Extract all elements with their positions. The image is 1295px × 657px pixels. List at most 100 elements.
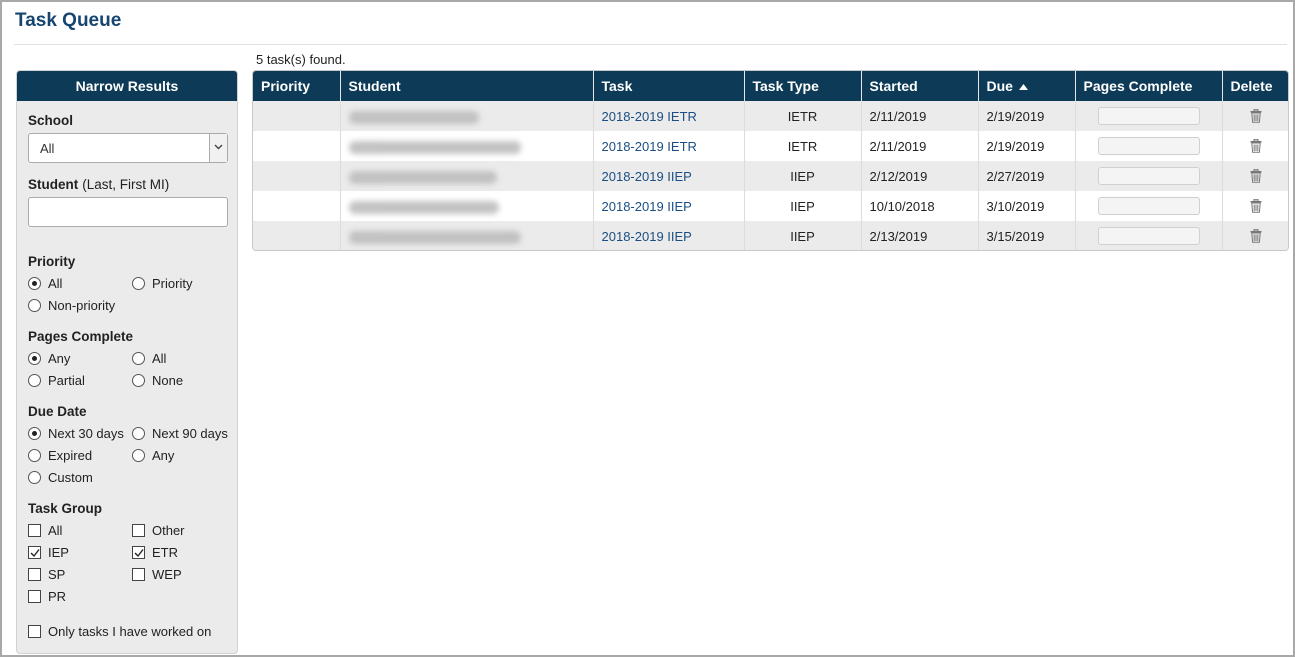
- trash-icon[interactable]: [1250, 169, 1262, 183]
- student-cell-redacted: [340, 191, 594, 221]
- chevron-down-icon: [214, 144, 223, 150]
- delete-cell: [1222, 161, 1288, 191]
- task-link[interactable]: 2018-2019 IIEP: [602, 169, 692, 184]
- due-expired-option[interactable]: Expired: [28, 448, 92, 463]
- pages-complete-progress: [1097, 197, 1200, 215]
- group-other-option[interactable]: Other: [132, 523, 185, 538]
- priority-nonpriority-radio[interactable]: [28, 299, 41, 312]
- col-due-header[interactable]: Due: [978, 71, 1076, 101]
- student-cell-redacted: [340, 101, 594, 131]
- only-my-tasks-label: Only tasks I have worked on: [48, 624, 212, 639]
- group-pr-label: PR: [48, 589, 67, 604]
- col-student-header[interactable]: Student: [340, 71, 594, 101]
- pages-complete-cell: [1075, 221, 1223, 250]
- task-cell: 2018-2019 IIEP: [593, 161, 745, 191]
- narrow-results-panel: Narrow Results School All Student (Last, …: [16, 70, 238, 654]
- group-pr-checkbox[interactable]: [28, 590, 41, 603]
- group-wep-option[interactable]: WEP: [132, 567, 182, 582]
- pages-complete-cell: [1075, 161, 1223, 191]
- pages-none-radio[interactable]: [132, 374, 145, 387]
- task-link[interactable]: 2018-2019 IETR: [602, 139, 697, 154]
- checkmark-icon: [134, 549, 144, 558]
- due-next90-radio[interactable]: [132, 427, 145, 440]
- redacted-student-name: [348, 110, 479, 124]
- task-type-cell: IIEP: [744, 161, 862, 191]
- priority-priority-radio[interactable]: [132, 277, 145, 290]
- student-search-input[interactable]: [28, 197, 228, 227]
- group-sp-option[interactable]: SP: [28, 567, 65, 582]
- table-row[interactable]: 2018-2019 IETR IETR 2/11/2019 2/19/2019: [253, 131, 1288, 161]
- student-label-hint: (Last, First MI): [82, 177, 170, 192]
- priority-label: Priority: [28, 254, 76, 269]
- table-row[interactable]: 2018-2019 IIEP IIEP 2/13/2019 3/15/2019: [253, 221, 1288, 250]
- school-select-arrow[interactable]: [209, 134, 227, 162]
- task-link[interactable]: 2018-2019 IETR: [602, 109, 697, 124]
- due-cell: 3/10/2019: [978, 191, 1076, 221]
- student-cell-redacted: [340, 221, 594, 250]
- group-iep-checkbox[interactable]: [28, 546, 41, 559]
- pages-complete-progress: [1097, 167, 1200, 185]
- col-priority-header[interactable]: Priority: [253, 71, 341, 101]
- col-task-header[interactable]: Task: [593, 71, 745, 101]
- pages-any-option[interactable]: Any: [28, 351, 70, 366]
- table-row[interactable]: 2018-2019 IETR IETR 2/11/2019 2/19/2019: [253, 101, 1288, 131]
- task-link[interactable]: 2018-2019 IIEP: [602, 229, 692, 244]
- group-all-checkbox[interactable]: [28, 524, 41, 537]
- only-my-tasks-option[interactable]: Only tasks I have worked on: [28, 624, 211, 639]
- pages-all-radio[interactable]: [132, 352, 145, 365]
- trash-icon[interactable]: [1250, 229, 1262, 243]
- pages-none-option[interactable]: None: [132, 373, 183, 388]
- trash-icon[interactable]: [1250, 109, 1262, 123]
- due-custom-option[interactable]: Custom: [28, 470, 93, 485]
- table-row[interactable]: 2018-2019 IIEP IIEP 10/10/2018 3/10/2019: [253, 191, 1288, 221]
- group-etr-checkbox[interactable]: [132, 546, 145, 559]
- pages-all-option[interactable]: All: [132, 351, 166, 366]
- only-my-tasks-checkbox[interactable]: [28, 625, 41, 638]
- group-pr-option[interactable]: PR: [28, 589, 66, 604]
- pages-complete-progress: [1097, 107, 1200, 125]
- app-window: Task Queue 5 task(s) found. Narrow Resul…: [0, 0, 1295, 657]
- due-cell: 2/19/2019: [978, 101, 1076, 131]
- due-next30-label: Next 30 days: [48, 426, 124, 441]
- due-expired-radio[interactable]: [28, 449, 41, 462]
- due-next30-option[interactable]: Next 30 days: [28, 426, 124, 441]
- group-etr-option[interactable]: ETR: [132, 545, 178, 560]
- pages-any-radio[interactable]: [28, 352, 41, 365]
- task-link[interactable]: 2018-2019 IIEP: [602, 199, 692, 214]
- redacted-student-name: [348, 170, 497, 184]
- school-select[interactable]: All: [28, 133, 228, 163]
- sort-ascending-icon: [1018, 84, 1028, 91]
- col-pages-complete-header[interactable]: Pages Complete: [1075, 71, 1223, 101]
- pages-partial-radio[interactable]: [28, 374, 41, 387]
- group-wep-checkbox[interactable]: [132, 568, 145, 581]
- pages-complete-cell: [1075, 131, 1223, 161]
- pages-complete-progress: [1097, 227, 1200, 245]
- col-delete-header: Delete: [1222, 71, 1288, 101]
- due-next90-option[interactable]: Next 90 days: [132, 426, 228, 441]
- task-cell: 2018-2019 IETR: [593, 131, 745, 161]
- priority-all-option[interactable]: All: [28, 276, 62, 291]
- table-row[interactable]: 2018-2019 IIEP IIEP 2/12/2019 2/27/2019: [253, 161, 1288, 191]
- due-any-radio[interactable]: [132, 449, 145, 462]
- priority-nonpriority-option[interactable]: Non-priority: [28, 298, 115, 313]
- priority-all-radio[interactable]: [28, 277, 41, 290]
- results-count: 5 task(s) found.: [256, 52, 346, 67]
- group-sp-checkbox[interactable]: [28, 568, 41, 581]
- due-custom-radio[interactable]: [28, 471, 41, 484]
- task-cell: 2018-2019 IIEP: [593, 221, 745, 250]
- group-other-checkbox[interactable]: [132, 524, 145, 537]
- priority-priority-option[interactable]: Priority: [132, 276, 192, 291]
- col-task-type-header[interactable]: Task Type: [744, 71, 862, 101]
- trash-icon[interactable]: [1250, 139, 1262, 153]
- trash-icon[interactable]: [1250, 199, 1262, 213]
- school-label: School: [28, 113, 74, 128]
- group-all-option[interactable]: All: [28, 523, 62, 538]
- due-any-option[interactable]: Any: [132, 448, 174, 463]
- group-sp-label: SP: [48, 567, 66, 582]
- group-iep-option[interactable]: IEP: [28, 545, 69, 560]
- due-cell: 2/19/2019: [978, 131, 1076, 161]
- due-next30-radio[interactable]: [28, 427, 41, 440]
- pages-partial-option[interactable]: Partial: [28, 373, 85, 388]
- narrow-results-header: Narrow Results: [17, 71, 237, 101]
- col-started-header[interactable]: Started: [861, 71, 979, 101]
